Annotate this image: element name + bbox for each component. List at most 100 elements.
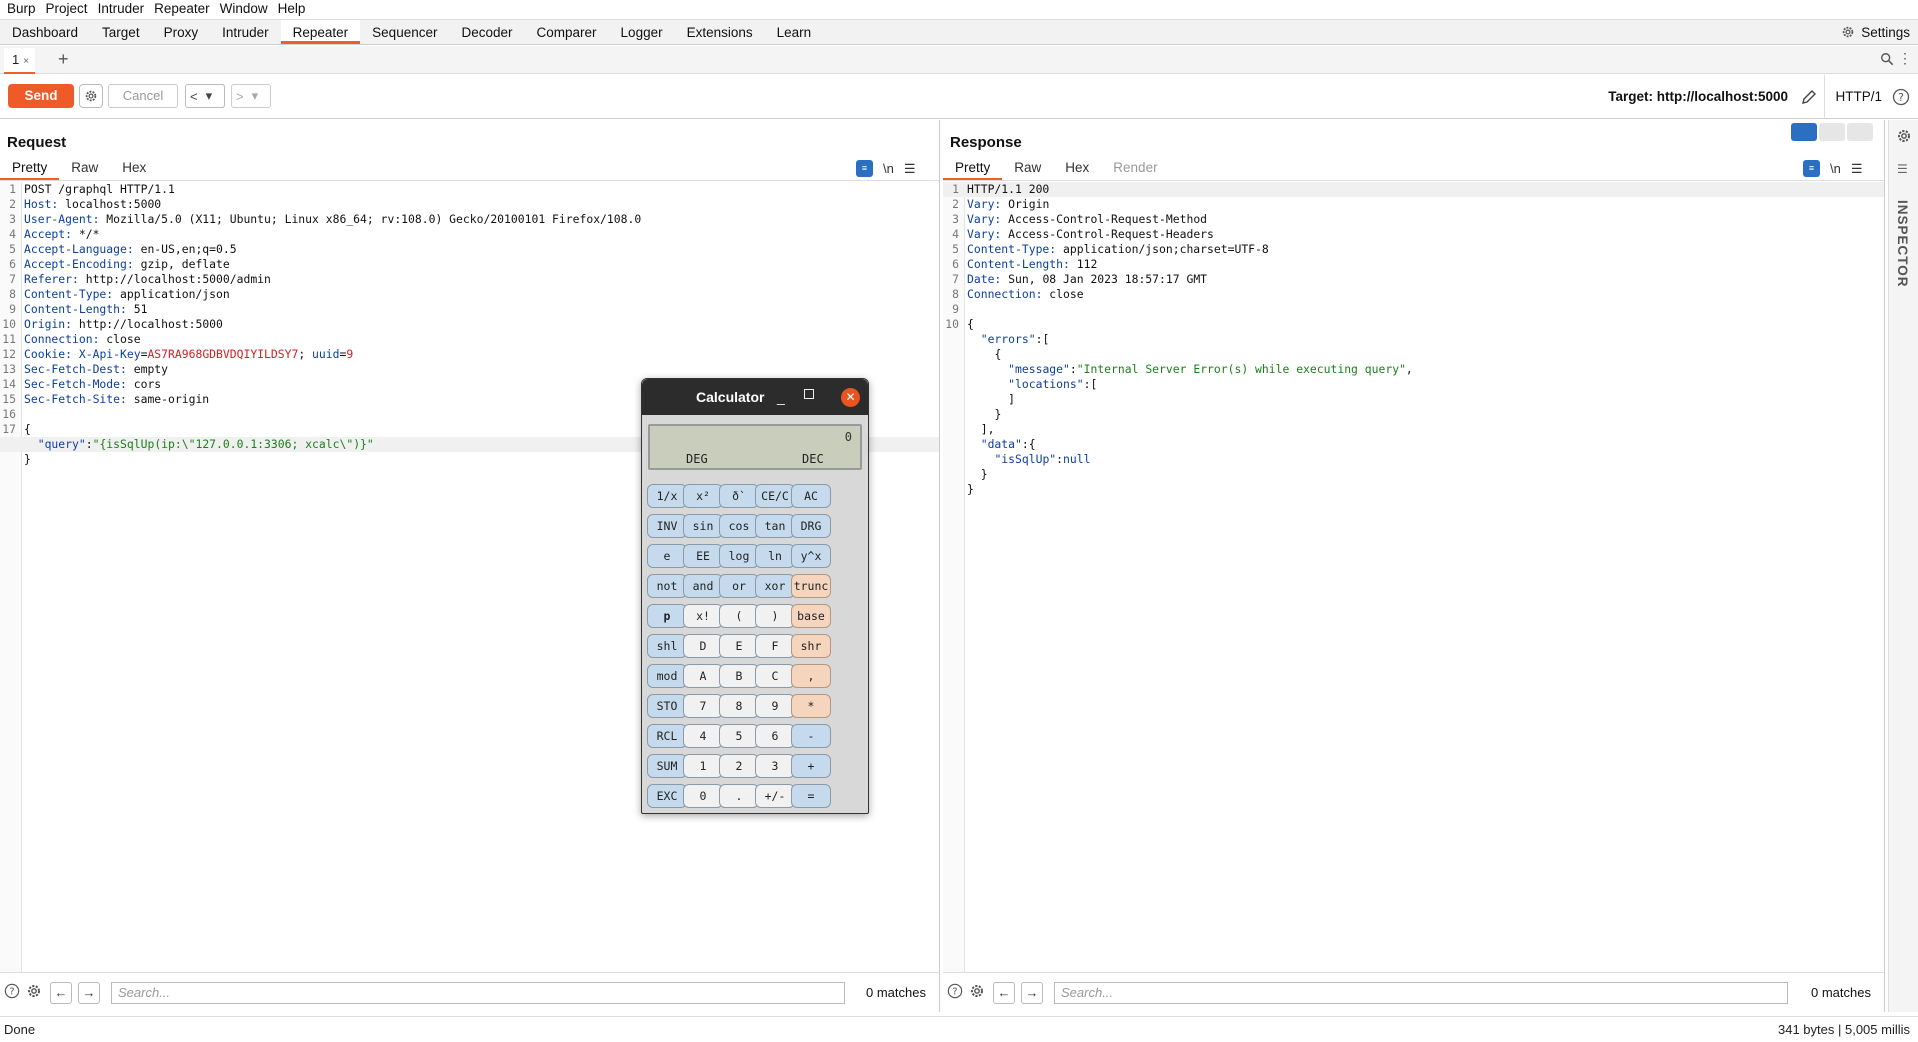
calc-key[interactable]: , bbox=[791, 664, 831, 688]
calc-key[interactable]: xor bbox=[755, 574, 795, 598]
calc-key[interactable]: 6 bbox=[755, 724, 795, 748]
calc-key[interactable]: 1/x bbox=[647, 484, 687, 508]
search-prev-button[interactable]: ← bbox=[993, 982, 1015, 1004]
calc-key[interactable]: B bbox=[719, 664, 759, 688]
calc-key[interactable]: 1 bbox=[683, 754, 723, 778]
tab-raw[interactable]: Raw bbox=[59, 157, 110, 180]
calculator-titlebar[interactable]: Calculator _ ✕ bbox=[642, 379, 868, 415]
calc-key[interactable]: CE/C bbox=[755, 484, 795, 508]
response-editor[interactable]: 1 HTTP/1.1 200 2 Vary: Origin 3 Vary: Access-… bbox=[943, 182, 1884, 972]
search-input[interactable]: Search... bbox=[1054, 982, 1788, 1004]
tab-proxy[interactable]: Proxy bbox=[152, 20, 211, 44]
calc-key[interactable]: 3 bbox=[755, 754, 795, 778]
tab-logger[interactable]: Logger bbox=[609, 20, 675, 44]
calc-key[interactable]: RCL bbox=[647, 724, 687, 748]
calc-key[interactable]: 5 bbox=[719, 724, 759, 748]
calc-key[interactable]: ln bbox=[755, 544, 795, 568]
calc-key[interactable]: base bbox=[791, 604, 831, 628]
calc-key[interactable]: E bbox=[719, 634, 759, 658]
calc-key[interactable]: and bbox=[683, 574, 723, 598]
wrap-lines-icon[interactable]: ≡ bbox=[1803, 160, 1820, 177]
tab-render[interactable]: Render bbox=[1101, 157, 1169, 180]
calc-key[interactable]: SUM bbox=[647, 754, 687, 778]
calc-key[interactable]: shr bbox=[791, 634, 831, 658]
search-icon[interactable] bbox=[1880, 52, 1894, 66]
calc-key[interactable]: cos bbox=[719, 514, 759, 538]
calc-key[interactable]: = bbox=[791, 784, 831, 808]
search-next-button[interactable]: → bbox=[1021, 982, 1043, 1004]
search-prev-button[interactable]: ← bbox=[50, 982, 72, 1004]
show-newlines-toggle[interactable]: \n bbox=[883, 161, 894, 176]
gear-icon[interactable] bbox=[26, 983, 42, 999]
tab-hex[interactable]: Hex bbox=[1053, 157, 1101, 180]
tab-sequencer[interactable]: Sequencer bbox=[360, 20, 449, 44]
calc-key[interactable]: sin bbox=[683, 514, 723, 538]
calc-key[interactable]: log bbox=[719, 544, 759, 568]
calc-key[interactable]: y^x bbox=[791, 544, 831, 568]
calc-key[interactable]: EXC bbox=[647, 784, 687, 808]
calc-key[interactable]: ð` bbox=[719, 484, 759, 508]
http-version-toggle[interactable]: HTTP/1 bbox=[1824, 75, 1882, 119]
cancel-button[interactable]: Cancel bbox=[108, 84, 178, 108]
help-icon[interactable]: ? bbox=[1892, 88, 1910, 106]
send-button[interactable]: Send bbox=[8, 84, 74, 108]
calc-key[interactable]: not bbox=[647, 574, 687, 598]
calc-key[interactable]: F bbox=[755, 634, 795, 658]
tab-hex[interactable]: Hex bbox=[110, 157, 158, 180]
minimize-icon[interactable]: _ bbox=[777, 389, 785, 405]
menu-intruder[interactable]: Intruder bbox=[93, 0, 150, 18]
settings-button[interactable]: Settings bbox=[1841, 19, 1910, 45]
menu-icon[interactable]: ☰ bbox=[904, 161, 916, 177]
calc-key[interactable]: A bbox=[683, 664, 723, 688]
calc-key[interactable]: shl bbox=[647, 634, 687, 658]
history-back-button[interactable]: < ▾ bbox=[185, 84, 225, 108]
calc-key[interactable]: C bbox=[755, 664, 795, 688]
calc-key[interactable]: 0 bbox=[683, 784, 723, 808]
tab-pretty[interactable]: Pretty bbox=[0, 157, 60, 180]
menu-repeater[interactable]: Repeater bbox=[149, 0, 215, 18]
layout-tabs-button[interactable] bbox=[1847, 123, 1873, 141]
tab-extensions[interactable]: Extensions bbox=[675, 20, 765, 44]
calc-key[interactable]: +/- bbox=[755, 784, 795, 808]
tab-raw[interactable]: Raw bbox=[1002, 157, 1053, 180]
calc-key[interactable]: . bbox=[719, 784, 759, 808]
show-newlines-toggle[interactable]: \n bbox=[1830, 161, 1841, 176]
calc-key[interactable]: 7 bbox=[683, 694, 723, 718]
help-icon[interactable]: ? bbox=[4, 983, 20, 999]
filter-icon[interactable]: ☰ bbox=[1897, 162, 1908, 176]
gear-icon[interactable] bbox=[1896, 128, 1912, 144]
tab-repeater[interactable]: Repeater bbox=[280, 20, 361, 44]
tab-learn[interactable]: Learn bbox=[765, 20, 824, 44]
calc-key[interactable]: or bbox=[719, 574, 759, 598]
calc-key[interactable]: mod bbox=[647, 664, 687, 688]
calc-key[interactable]: D bbox=[683, 634, 723, 658]
calc-key[interactable]: ) bbox=[755, 604, 795, 628]
maximize-icon[interactable] bbox=[804, 389, 814, 399]
calc-key[interactable]: ( bbox=[719, 604, 759, 628]
calc-key[interactable]: x! bbox=[683, 604, 723, 628]
tab-pretty[interactable]: Pretty bbox=[943, 157, 1003, 180]
menu-project[interactable]: Project bbox=[41, 0, 93, 18]
calc-key[interactable]: e bbox=[647, 544, 687, 568]
tab-dashboard[interactable]: Dashboard bbox=[0, 20, 90, 44]
calc-key[interactable]: AC bbox=[791, 484, 831, 508]
calc-key[interactable]: tan bbox=[755, 514, 795, 538]
calc-key[interactable]: INV bbox=[647, 514, 687, 538]
menu-burp[interactable]: Burp bbox=[2, 0, 41, 18]
tab-intruder[interactable]: Intruder bbox=[210, 20, 281, 44]
more-options-icon[interactable]: ⋮ bbox=[1898, 50, 1912, 67]
calc-key[interactable]: + bbox=[791, 754, 831, 778]
calc-key[interactable]: * bbox=[791, 694, 831, 718]
calc-key[interactable]: trunc bbox=[791, 574, 831, 598]
send-options-button[interactable] bbox=[79, 84, 103, 108]
history-forward-button[interactable]: > ▾ bbox=[231, 84, 271, 108]
inspector-tab[interactable]: INSPECTOR bbox=[1895, 200, 1910, 288]
layout-side-by-side-button[interactable] bbox=[1791, 123, 1817, 141]
calc-key[interactable]: 9 bbox=[755, 694, 795, 718]
tab-decoder[interactable]: Decoder bbox=[449, 20, 524, 44]
chevron-down-icon[interactable]: ▾ bbox=[202, 88, 217, 104]
close-icon[interactable]: ✕ bbox=[841, 388, 860, 407]
calc-key[interactable]: - bbox=[791, 724, 831, 748]
add-tab-button[interactable]: + bbox=[58, 48, 69, 70]
calc-key[interactable]: STO bbox=[647, 694, 687, 718]
